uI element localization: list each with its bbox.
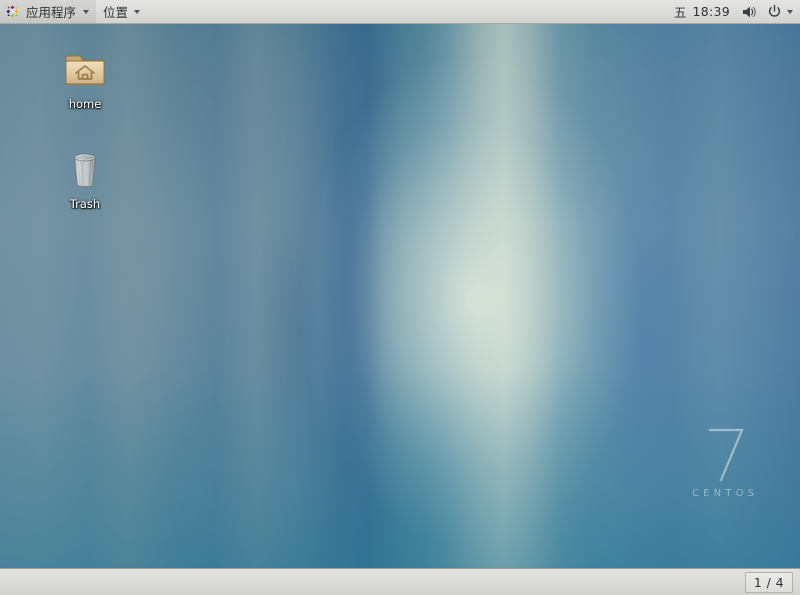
volume-speaker-icon: [743, 6, 756, 17]
applications-menu-label: 应用程序: [26, 5, 77, 20]
places-menu-button[interactable]: 位置: [96, 0, 147, 23]
places-menu-label: 位置: [103, 5, 129, 20]
system-power-menu-button[interactable]: [762, 0, 800, 23]
trash-can-icon: [73, 153, 97, 188]
desktop-screen: CENTOS 应用程序 位置 五 18:39 home Trash 1 / 4: [0, 0, 800, 595]
workspace-switcher[interactable]: 1 / 4: [744, 571, 793, 593]
bottom-panel: 1 / 4: [0, 568, 800, 595]
desktop-icon-label-trash: Trash: [69, 197, 101, 211]
centos-logo-icon: [5, 4, 20, 19]
chevron-down-icon: [83, 9, 90, 14]
volume-button[interactable]: [736, 0, 762, 23]
desktop-icon-home[interactable]: home: [46, 44, 124, 111]
desktop-icon-area[interactable]: home Trash: [0, 24, 800, 568]
desktop-icon-label-home: home: [68, 97, 102, 111]
home-folder-icon: [65, 55, 105, 85]
clock-button[interactable]: 五 18:39: [668, 0, 736, 23]
chevron-down-icon: [134, 9, 141, 14]
top-panel: 应用程序 位置 五 18:39: [0, 0, 800, 24]
desktop-icon-trash[interactable]: Trash: [46, 144, 124, 211]
power-icon: [768, 4, 781, 17]
window-list[interactable]: [0, 569, 745, 595]
clock-time-label: 18:39: [692, 4, 730, 19]
clock-day-label: 五: [673, 5, 687, 20]
chevron-down-icon: [787, 9, 793, 14]
applications-menu-button[interactable]: 应用程序: [0, 0, 97, 23]
